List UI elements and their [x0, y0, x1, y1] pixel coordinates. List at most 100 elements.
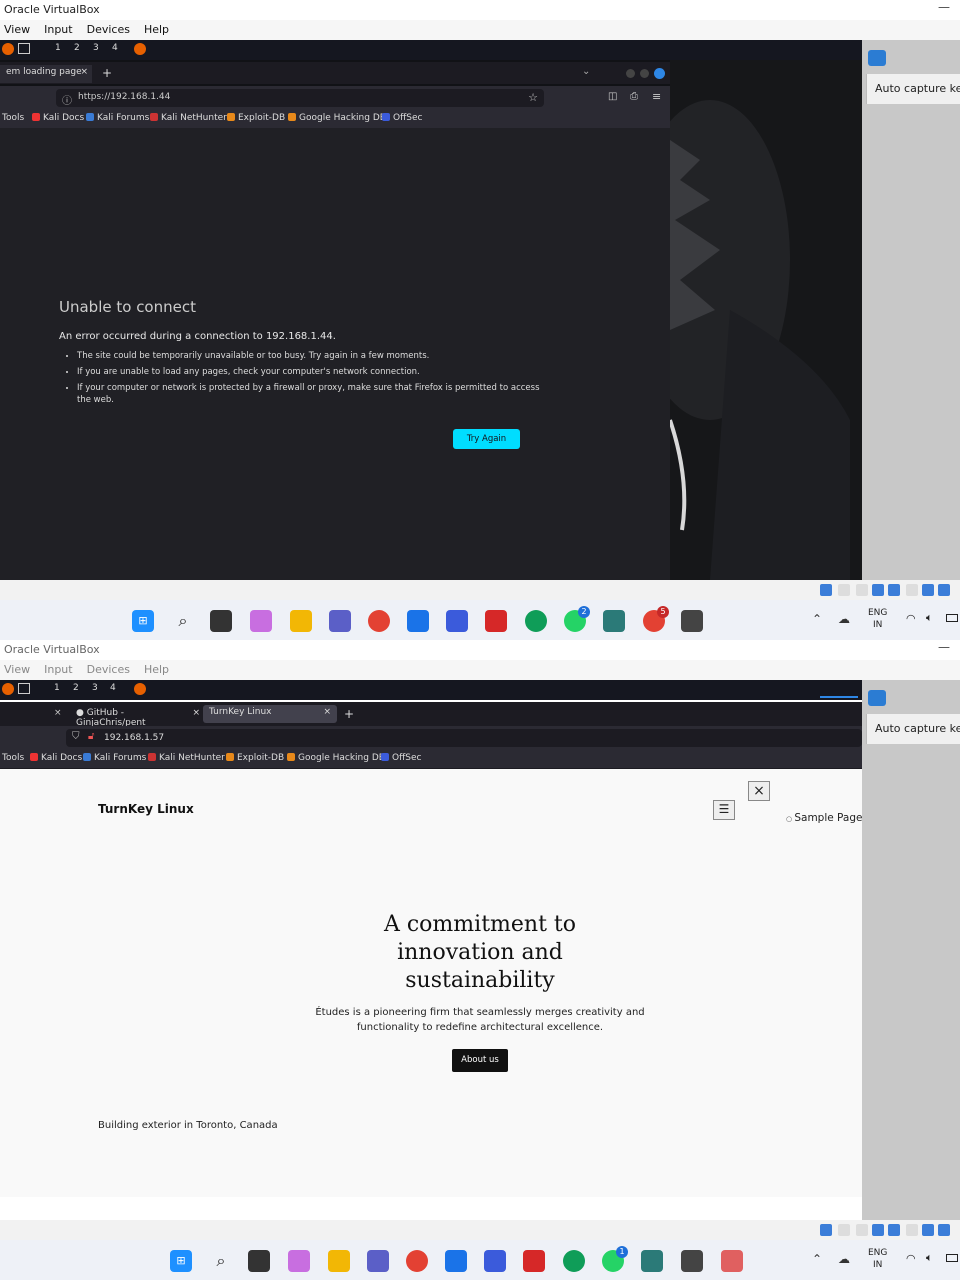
- windows-start-icon[interactable]: ⊞: [132, 610, 154, 632]
- chevron-up-icon[interactable]: ⌃: [812, 612, 822, 626]
- wifi-icon[interactable]: ◠: [906, 1252, 916, 1265]
- menu-item-sample-page[interactable]: ○ Sample Page: [786, 812, 862, 824]
- bookmark-tools[interactable]: Tools: [2, 113, 24, 123]
- store-icon[interactable]: [445, 1250, 467, 1272]
- lock-icon[interactable]: 🔓︎: [88, 731, 94, 742]
- volume-icon[interactable]: 🔈︎: [926, 1251, 933, 1265]
- chrome-icon[interactable]: [368, 610, 390, 632]
- chevron-up-icon[interactable]: ⌃: [812, 1252, 822, 1266]
- language-indicator[interactable]: ENG IN: [868, 607, 887, 631]
- onedrive-icon[interactable]: ☁: [838, 612, 850, 626]
- hamburger-button[interactable]: ☰: [713, 800, 735, 820]
- bookmark-kali-docs[interactable]: Kali Docs: [32, 113, 84, 123]
- vscode-icon[interactable]: [484, 1250, 506, 1272]
- vscode-icon[interactable]: [446, 610, 468, 632]
- maximize-dot-icon[interactable]: [640, 69, 649, 78]
- pocket-icon[interactable]: ◫: [608, 91, 617, 102]
- hamburger-menu-icon[interactable]: ≡: [652, 90, 661, 103]
- firefox-icon[interactable]: [2, 43, 14, 55]
- menu-input[interactable]: Input: [44, 663, 72, 676]
- site-brand[interactable]: TurnKey Linux: [98, 802, 194, 816]
- firefox-task-icon[interactable]: [134, 43, 146, 55]
- info-icon[interactable]: [868, 690, 886, 706]
- bookmark-kali-docs[interactable]: Kali Docs: [30, 753, 82, 763]
- info-circle-icon[interactable]: ⓘ: [62, 92, 72, 107]
- menu-view[interactable]: View: [4, 23, 30, 36]
- tab-turnkey[interactable]: TurnKey Linux ×: [203, 705, 337, 723]
- bookmark-exploit-db[interactable]: Exploit-DB: [226, 753, 284, 763]
- url-field[interactable]: ⓘ https://192.168.1.44 ☆: [56, 89, 544, 107]
- virtualbox-icon[interactable]: [681, 610, 703, 632]
- bookmark-kali-nethunter[interactable]: Kali NetHunter: [150, 113, 227, 123]
- virtualbox-icon[interactable]: [681, 1250, 703, 1272]
- tab-close-icon[interactable]: ×: [192, 708, 200, 718]
- copilot-icon[interactable]: [288, 1250, 310, 1272]
- volume-icon[interactable]: 🔈︎: [926, 611, 933, 625]
- shield-icon[interactable]: ⛉: [72, 731, 80, 742]
- terminal-icon[interactable]: [18, 683, 30, 694]
- firefox-task-icon[interactable]: [134, 683, 146, 695]
- battery-icon[interactable]: [946, 1254, 958, 1262]
- copilot-icon[interactable]: [250, 610, 272, 632]
- bookmark-offsec[interactable]: OffSec: [381, 753, 421, 763]
- workspace-1[interactable]: 1: [55, 43, 61, 53]
- url-text[interactable]: https://192.168.1.44: [78, 92, 170, 102]
- onedrive-icon[interactable]: ☁: [838, 1252, 850, 1266]
- url-field[interactable]: ⛉ 🔓︎ 192.168.1.57: [66, 729, 862, 747]
- search-icon[interactable]: ⌕: [172, 610, 194, 632]
- bookmark-kali-nethunter[interactable]: Kali NetHunter: [148, 753, 225, 763]
- bookmark-exploit-db[interactable]: Exploit-DB: [227, 113, 285, 123]
- mcafee-icon[interactable]: [523, 1250, 545, 1272]
- firefox-icon[interactable]: [2, 683, 14, 695]
- menu-devices[interactable]: Devices: [87, 23, 130, 36]
- close-menu-button[interactable]: ×: [748, 781, 770, 801]
- bookmark-tools[interactable]: Tools: [2, 753, 24, 763]
- minimize-dot-icon[interactable]: [626, 69, 635, 78]
- visual-studio-icon[interactable]: [641, 1250, 663, 1272]
- edge-icon[interactable]: [525, 610, 547, 632]
- workspace-2[interactable]: 2: [73, 683, 79, 693]
- about-us-button[interactable]: About us: [452, 1049, 508, 1072]
- chevron-down-icon[interactable]: ⌄: [582, 66, 590, 77]
- new-tab-button[interactable]: +: [344, 707, 354, 721]
- workspace-4[interactable]: 4: [112, 43, 118, 53]
- menu-input[interactable]: Input: [44, 23, 72, 36]
- workspace-1[interactable]: 1: [54, 683, 60, 693]
- workspace-3[interactable]: 3: [92, 683, 98, 693]
- bookmark-kali-forums[interactable]: Kali Forums: [83, 753, 146, 763]
- tab-close-icon[interactable]: ×: [323, 707, 331, 717]
- bookmark-offsec[interactable]: OffSec: [382, 113, 422, 123]
- edge-icon[interactable]: [563, 1250, 585, 1272]
- language-indicator[interactable]: ENG IN: [868, 1247, 887, 1271]
- menu-help[interactable]: Help: [144, 23, 169, 36]
- teams-icon[interactable]: [367, 1250, 389, 1272]
- file-explorer-icon[interactable]: [290, 610, 312, 632]
- file-explorer-icon[interactable]: [328, 1250, 350, 1272]
- workspace-4[interactable]: 4: [110, 683, 116, 693]
- terminal-icon[interactable]: [18, 43, 30, 54]
- teams-icon[interactable]: [329, 610, 351, 632]
- minimize-button[interactable]: —: [938, 640, 950, 654]
- tab-github[interactable]: ● GitHub - GinjaChris/pent ×: [70, 706, 202, 728]
- wifi-icon[interactable]: ◠: [906, 612, 916, 625]
- workspace-2[interactable]: 2: [74, 43, 80, 53]
- tab-loading[interactable]: em loading page ×: [0, 65, 92, 83]
- battery-icon[interactable]: [946, 614, 958, 622]
- new-tab-button[interactable]: +: [102, 66, 112, 80]
- info-icon[interactable]: [868, 50, 886, 66]
- bookmark-ghdb[interactable]: Google Hacking DB: [288, 113, 386, 123]
- menu-view[interactable]: View: [4, 663, 30, 676]
- menu-devices[interactable]: Devices: [87, 663, 130, 676]
- search-icon[interactable]: ⌕: [210, 1250, 232, 1272]
- bookmark-kali-forums[interactable]: Kali Forums: [86, 113, 149, 123]
- chrome-icon[interactable]: [406, 1250, 428, 1272]
- snipping-tool-icon[interactable]: [721, 1250, 743, 1272]
- task-view-icon[interactable]: [210, 610, 232, 632]
- star-icon[interactable]: ☆: [528, 91, 538, 104]
- mcafee-icon[interactable]: [485, 610, 507, 632]
- try-again-button[interactable]: Try Again: [453, 429, 520, 449]
- minimize-button[interactable]: —: [938, 0, 950, 14]
- store-icon[interactable]: [407, 610, 429, 632]
- close-window-icon[interactable]: [654, 68, 665, 79]
- task-view-icon[interactable]: [248, 1250, 270, 1272]
